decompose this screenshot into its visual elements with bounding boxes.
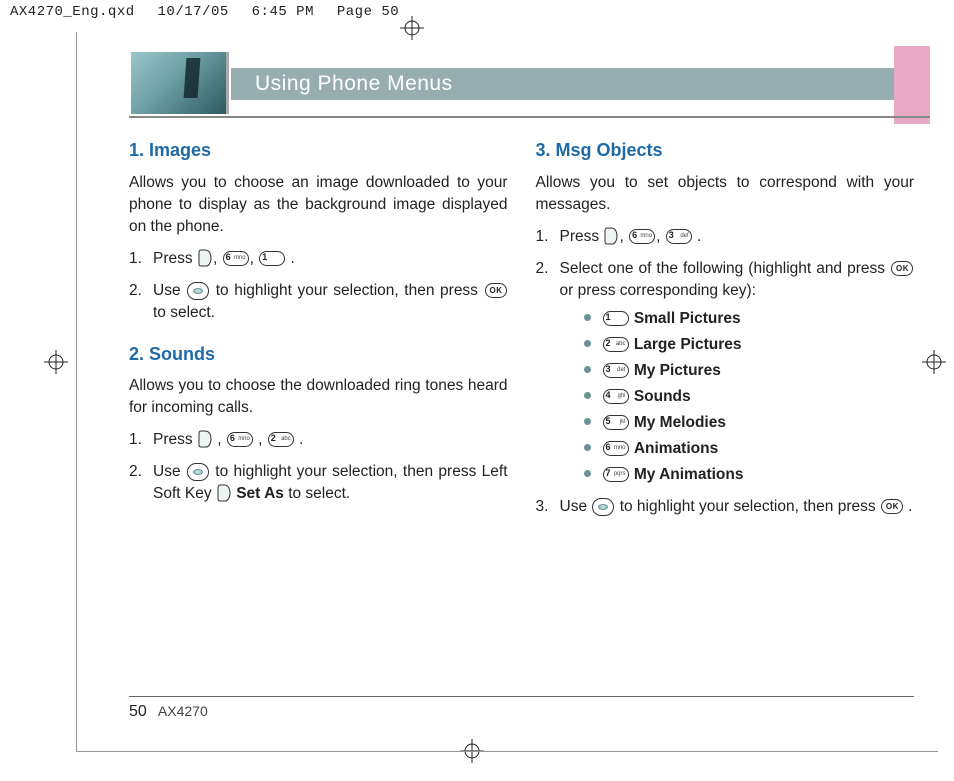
key-5-icon: 5jkl [603,415,629,430]
msg-option-item: 5jkl My Melodies [584,412,915,434]
sounds-step-1: Press , 6mno , 2abc . [129,429,508,451]
left-column: 1. Images Allows you to choose an image … [129,132,508,673]
section-tab [894,46,930,124]
model-number: AX4270 [158,703,208,719]
msg-option-item: 2abc Large Pictures [584,334,915,356]
key-3-icon: 3def [666,229,692,244]
chapter-banner: Using Phone Menus [129,56,930,114]
images-step-1: Press , 6mno, 1 . [129,248,508,270]
key-1-icon: 1 [603,311,629,326]
sounds-step-2: Use to highlight your selection, then pr… [129,461,508,505]
left-softkey-icon [198,249,212,267]
msg-option-item: 7pqrs My Animations [584,464,915,486]
heading-images: 1. Images [129,138,508,164]
msg-step-1: Press , 6mno, 3def . [536,226,915,248]
slug-date: 10/17/05 [158,4,229,20]
left-softkey-icon [604,227,618,245]
key-3-icon: 3def [603,363,629,378]
banner-thumbnail [131,52,229,114]
ok-key-icon: OK [891,261,913,276]
ok-key-icon: OK [485,283,507,298]
msg-step-3: Use to highlight your selection, then pr… [536,496,915,518]
images-intro: Allows you to choose an image downloaded… [129,172,508,238]
msg-option-label: My Pictures [634,362,721,379]
msg-option-item: 4ghi Sounds [584,386,915,408]
banner-rule [129,116,930,118]
nav-key-icon [592,498,614,516]
slug-page: Page 50 [337,4,399,20]
nav-key-icon [187,463,209,481]
key-6-icon: 6mno [223,251,249,266]
images-step-2: Use to highlight your selection, then pr… [129,280,508,324]
key-7-icon: 7pqrs [603,467,629,482]
key-2-icon: 2abc [268,432,294,447]
msg-objects-steps: Press , 6mno, 3def . Select one of the f… [536,226,915,518]
key-4-icon: 4ghi [603,389,629,404]
heading-sounds: 2. Sounds [129,342,508,368]
left-softkey-icon [198,430,212,448]
images-steps: Press , 6mno, 1 . Use to highlight your … [129,248,508,324]
msg-option-label: My Melodies [634,414,726,431]
msg-option-label: Large Pictures [634,336,742,353]
key-6-icon: 6mno [227,432,253,447]
msg-option-label: Small Pictures [634,310,741,327]
set-as-label: Set As [236,485,284,502]
page-footer: 50 AX4270 [129,703,208,721]
print-slug: AX4270_Eng.qxd 10/17/05 6:45 PM Page 50 [10,4,413,20]
banner-title: Using Phone Menus [255,72,453,96]
key-6-icon: 6mno [629,229,655,244]
msg-option-label: Animations [634,440,718,457]
msg-objects-intro: Allows you to set objects to correspond … [536,172,915,216]
banner-bar: Using Phone Menus [231,68,894,100]
slug-file: AX4270_Eng.qxd [10,4,135,20]
msg-option-item: 6mno Animations [584,438,915,460]
page-frame: Using Phone Menus 1. Images Allows you t… [76,32,938,752]
msg-option-label: Sounds [634,388,691,405]
msg-step-2: Select one of the following (highlight a… [536,258,915,486]
sounds-steps: Press , 6mno , 2abc . Use to highlight y… [129,429,508,505]
right-column: 3. Msg Objects Allows you to set objects… [536,132,915,673]
footer-rule [129,696,914,697]
key-1-icon: 1 [259,251,285,266]
msg-option-item: 3def My Pictures [584,360,915,382]
heading-msg-objects: 3. Msg Objects [536,138,915,164]
sounds-intro: Allows you to choose the downloaded ring… [129,375,508,419]
nav-key-icon [187,282,209,300]
page-number: 50 [129,703,147,720]
msg-option-item: 1 Small Pictures [584,308,915,330]
msg-option-label: My Animations [634,466,744,483]
key-2-icon: 2abc [603,337,629,352]
content-columns: 1. Images Allows you to choose an image … [129,132,914,673]
slug-time: 6:45 PM [252,4,314,20]
msg-options-list: 1 Small Pictures 2abc Large Pictures 3def … [560,308,915,486]
ok-key-icon: OK [881,499,903,514]
registration-mark-icon [44,350,68,374]
left-softkey-icon [217,484,231,502]
key-6-icon: 6mno [603,441,629,456]
